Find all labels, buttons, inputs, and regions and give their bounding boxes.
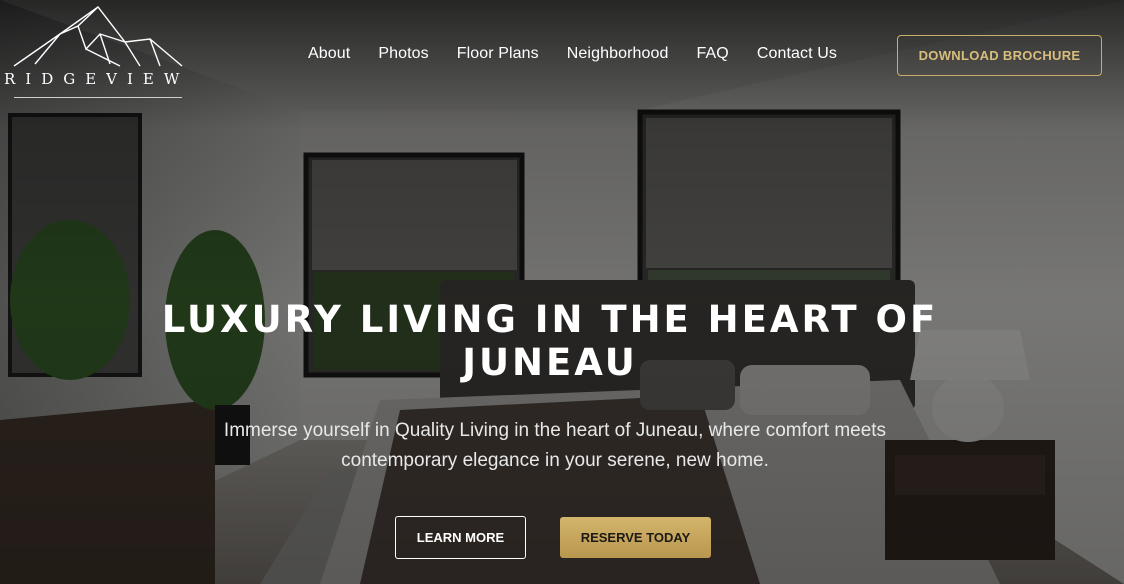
mountain-logo-icon xyxy=(13,6,183,67)
hero-headline-line-1: LUXURY LIVING IN THE HEART OF xyxy=(161,298,939,341)
download-brochure-button[interactable]: DOWNLOAD BROCHURE xyxy=(897,35,1102,76)
nav-link-contact-us[interactable]: Contact Us xyxy=(757,45,837,63)
brand-name: RIDGEVIEW xyxy=(4,70,190,88)
learn-more-button[interactable]: LEARN MORE xyxy=(395,516,526,559)
nav-link-about[interactable]: About xyxy=(308,45,350,63)
main-nav: About Photos Floor Plans Neighborhood FA… xyxy=(308,45,865,63)
hero-subtitle-line-2: contemporary elegance in your serene, ne… xyxy=(341,450,769,471)
ridgeview-logo[interactable]: RIDGEVIEW xyxy=(0,4,200,98)
reserve-today-button[interactable]: RESERVE TODAY xyxy=(560,517,711,558)
hero-subtitle: Immerse yourself in Quality Living in th… xyxy=(160,416,950,476)
nav-link-floor-plans[interactable]: Floor Plans xyxy=(457,45,539,63)
hero-section: RIDGEVIEW About Photos Floor Plans Neigh… xyxy=(0,0,1124,584)
hero-headline-line-2: JUNEAU xyxy=(462,341,638,384)
nav-link-neighborhood[interactable]: Neighborhood xyxy=(567,45,669,63)
logo-underline xyxy=(14,97,182,98)
nav-link-faq[interactable]: FAQ xyxy=(697,45,729,63)
nav-link-photos[interactable]: Photos xyxy=(378,45,428,63)
hero-headline: LUXURY LIVING IN THE HEART OF JUNEAU xyxy=(150,298,950,384)
hero-subtitle-line-1: Immerse yourself in Quality Living in th… xyxy=(223,420,887,441)
